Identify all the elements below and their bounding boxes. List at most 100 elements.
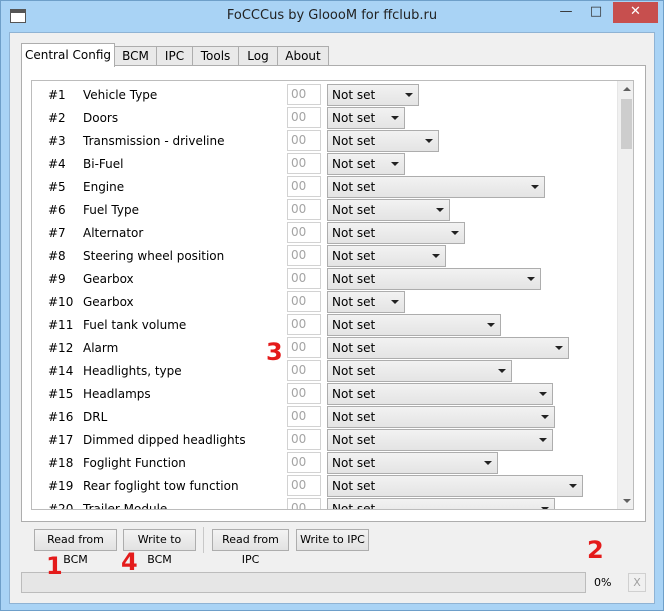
row-code-field[interactable]: 00 [287,452,321,473]
row-number: #6 [48,203,66,217]
config-row: #2 Doors 00 Not set [32,107,617,130]
dropdown-value: Not set [332,479,376,493]
row-label: Dimmed dipped headlights [83,433,246,447]
tab-bcm[interactable]: BCM [114,46,157,66]
row-value-dropdown[interactable]: Not set [327,429,553,451]
row-value-dropdown[interactable]: Not set [327,84,419,106]
row-value-dropdown[interactable]: Not set [327,452,498,474]
row-value-dropdown[interactable]: Not set [327,153,405,175]
tab-tools[interactable]: Tools [192,46,239,66]
row-value-dropdown[interactable]: Not set [327,314,501,336]
row-code-field[interactable]: 00 [287,429,321,450]
row-code-field[interactable]: 00 [287,337,321,358]
row-code-field[interactable]: 00 [287,222,321,243]
row-label: Alternator [83,226,144,240]
row-value-dropdown[interactable]: Not set [327,498,555,509]
title-bar[interactable]: FoCCCus by GloooM for ffclub.ru — □ ✕ [1,1,663,32]
read-from-ipc-button[interactable]: Read from IPC [212,529,289,566]
progress-percent: 0% [594,576,612,589]
scroll-thumb[interactable] [621,99,632,149]
row-label: DRL [83,410,108,424]
vertical-scrollbar[interactable] [617,81,633,509]
row-code-field[interactable]: 00 [287,199,321,220]
clear-progress-button[interactable]: X [628,573,646,592]
row-number: #15 [48,387,74,401]
row-value-dropdown[interactable]: Not set [327,337,569,359]
read-from-bcm-button[interactable]: Read from BCM [34,529,117,566]
button-separator [203,527,204,553]
row-number: #12 [48,341,74,355]
dropdown-value: Not set [332,88,376,102]
row-number: #10 [48,295,74,309]
row-value-dropdown[interactable]: Not set [327,107,405,129]
row-value-dropdown[interactable]: Not set [327,245,446,267]
row-code-field[interactable]: 00 [287,107,321,128]
row-code-field[interactable]: 00 [287,475,321,496]
config-row: #7 Alternator 00 Not set [32,222,617,245]
row-number: #20 [48,502,74,510]
row-label: Vehicle Type [83,88,158,102]
tab-ipc[interactable]: IPC [156,46,193,66]
row-code-field[interactable]: 00 [287,268,321,289]
tab-log[interactable]: Log [238,46,278,66]
config-row: #4 Bi-Fuel 00 Not set [32,153,617,176]
tab-about[interactable]: About [277,46,329,66]
row-value-dropdown[interactable]: Not set [327,291,405,313]
row-number: #16 [48,410,74,424]
row-label: Alarm [83,341,119,355]
close-button[interactable]: ✕ [613,2,658,23]
row-code-field[interactable]: 00 [287,130,321,151]
annotation-marker-3: 3 [266,338,283,366]
minimize-button[interactable]: — [551,2,581,23]
config-row: #15 Headlamps 00 Not set [32,383,617,406]
row-label: Gearbox [83,295,134,309]
dropdown-value: Not set [332,410,376,424]
row-number: #9 [48,272,66,286]
row-value-dropdown[interactable]: Not set [327,383,553,405]
row-label: Bi-Fuel [83,157,124,171]
row-number: #4 [48,157,66,171]
row-code-field[interactable]: 00 [287,406,321,427]
config-row: #6 Fuel Type 00 Not set [32,199,617,222]
row-label: Gearbox [83,272,134,286]
row-label: Doors [83,111,119,125]
row-value-dropdown[interactable]: Not set [327,176,545,198]
config-row: #18 Foglight Function 00 Not set [32,452,617,475]
config-row: #20 Trailer Module 00 Not set [32,498,617,510]
dropdown-value: Not set [332,387,376,401]
config-row: #5 Engine 00 Not set [32,176,617,199]
chevron-down-icon [539,392,547,396]
scroll-up-button[interactable] [618,81,633,98]
row-code-field[interactable]: 00 [287,291,321,312]
config-row: #16 DRL 00 Not set [32,406,617,429]
row-label: Engine [83,180,125,194]
row-number: #2 [48,111,66,125]
app-window: FoCCCus by GloooM for ffclub.ru — □ ✕ Ce… [0,0,664,611]
row-code-field[interactable]: 00 [287,383,321,404]
tab-central-config[interactable]: Central Config [21,43,115,67]
row-code-field[interactable]: 00 [287,314,321,335]
row-code-field[interactable]: 00 [287,153,321,174]
row-code-field[interactable]: 00 [287,360,321,381]
write-to-ipc-button[interactable]: Write to IPC [296,529,369,551]
row-code-field[interactable]: 00 [287,498,321,509]
row-value-dropdown[interactable]: Not set [327,475,583,497]
row-code-field[interactable]: 00 [287,176,321,197]
maximize-button[interactable]: □ [581,2,611,23]
row-value-dropdown[interactable]: Not set [327,268,541,290]
config-row: #12 Alarm 00 Not set [32,337,617,360]
scroll-down-button[interactable] [618,492,633,509]
row-value-dropdown[interactable]: Not set [327,130,439,152]
row-number: #5 [48,180,66,194]
row-value-dropdown[interactable]: Not set [327,199,450,221]
row-value-dropdown[interactable]: Not set [327,360,512,382]
row-value-dropdown[interactable]: Not set [327,406,555,428]
dropdown-value: Not set [332,364,376,378]
row-label: Transmission - driveline [83,134,225,148]
row-code-field[interactable]: 00 [287,245,321,266]
row-label: Steering wheel position [83,249,225,263]
row-number: #3 [48,134,66,148]
row-code-field[interactable]: 00 [287,84,321,105]
row-value-dropdown[interactable]: Not set [327,222,465,244]
config-scroll-area[interactable]: #1 Vehicle Type 00 Not set #2 Doors 00 Not set #… [31,80,634,510]
